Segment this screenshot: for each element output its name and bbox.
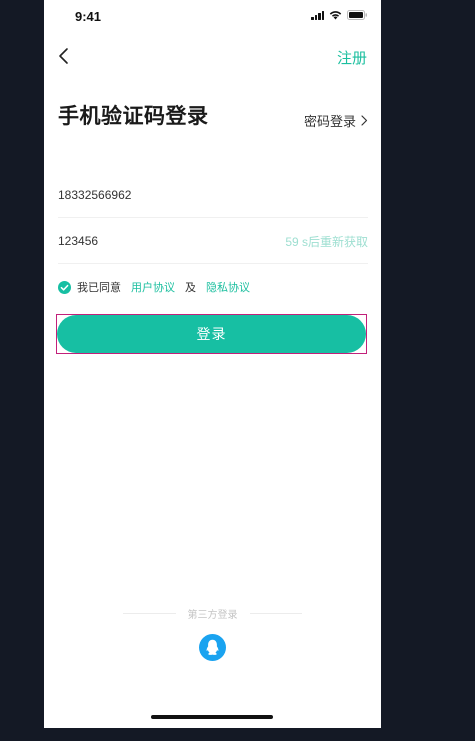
resend-code-button[interactable]: 59 s后重新获取: [285, 233, 368, 250]
status-icons: [311, 10, 368, 20]
battery-icon: [347, 10, 368, 20]
phone-input[interactable]: [58, 188, 258, 202]
qq-icon[interactable]: [199, 634, 226, 661]
home-indicator: [151, 715, 273, 719]
check-circle-icon[interactable]: [58, 280, 71, 294]
phone-screen: 9:41 注册 手机验证码登录 密码登录 18332566962 123456 …: [44, 0, 381, 728]
agreement-prefix: 我已同意: [77, 281, 121, 294]
divider-line: [249, 612, 302, 614]
password-login-link[interactable]: 密码登录: [304, 111, 368, 130]
status-bar: 9:41: [44, 0, 381, 34]
login-button-wrapper: 登录: [56, 314, 367, 354]
user-agreement-link[interactable]: 用户协议: [131, 279, 175, 295]
login-button[interactable]: 登录: [57, 315, 366, 353]
wifi-icon: [329, 10, 342, 20]
signal-icon: [311, 10, 324, 20]
code-field: 59 s后重新获取: [58, 219, 368, 264]
password-login-label: 密码登录: [303, 115, 356, 130]
status-time: 9:41: [75, 9, 102, 24]
agreement-row: 我已同意 用户协议 及 隐私协议: [58, 279, 250, 295]
third-party-divider: 第三方登录: [123, 606, 302, 621]
phone-field: [58, 173, 368, 218]
verification-code-input[interactable]: [58, 234, 258, 248]
privacy-policy-link[interactable]: 隐私协议: [206, 279, 250, 295]
divider-line: [123, 612, 176, 614]
third-party-label: 第三方登录: [187, 609, 238, 621]
register-link[interactable]: 注册: [337, 47, 367, 68]
chevron-right-icon: [361, 115, 368, 126]
agreement-conjunction: 及: [185, 281, 196, 294]
page-title: 手机验证码登录: [58, 104, 209, 128]
chevron-left-icon[interactable]: [57, 47, 71, 65]
